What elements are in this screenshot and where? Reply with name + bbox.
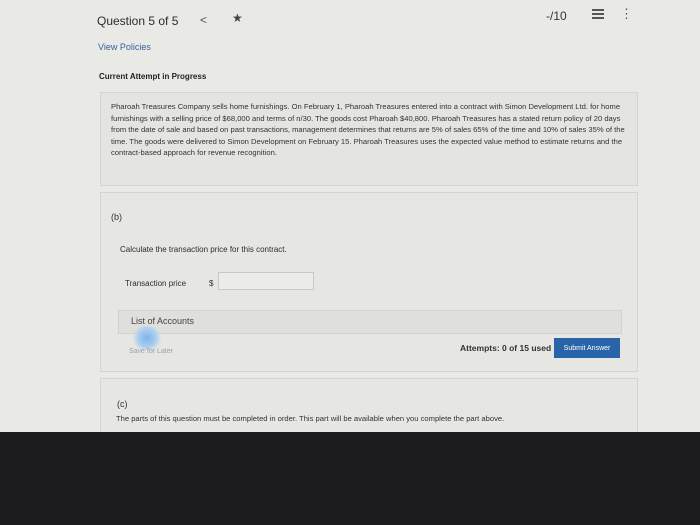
transaction-price-input[interactable] (218, 272, 314, 290)
part-b-instruction: Calculate the transaction price for this… (120, 245, 287, 254)
list-of-accounts-button[interactable]: List of Accounts (118, 310, 622, 334)
problem-text: Pharoah Treasures Company sells home fur… (111, 102, 625, 157)
screen-bezel (0, 432, 700, 525)
question-score: -/10 (546, 9, 567, 23)
question-list-icon[interactable] (592, 9, 604, 21)
problem-statement: Pharoah Treasures Company sells home fur… (100, 92, 638, 186)
save-for-later-link[interactable]: Save for Later (129, 348, 173, 355)
part-c-panel (100, 378, 638, 432)
question-counter: Question 5 of 5 (97, 14, 179, 28)
part-b-label: (b) (111, 212, 122, 222)
bookmark-star-icon[interactable]: ★ (232, 11, 243, 25)
transaction-price-label: Transaction price (125, 279, 187, 288)
list-of-accounts-label: List of Accounts (131, 316, 195, 326)
view-policies-link[interactable]: View Policies (98, 42, 151, 52)
attempt-status-heading: Current Attempt in Progress (99, 72, 207, 81)
more-options-icon[interactable]: ⋮ (620, 7, 633, 20)
part-c-label: (c) (117, 399, 128, 409)
attempts-counter: Attempts: 0 of 15 used (460, 343, 552, 353)
top-bar: Question 5 of 5 < ★ -/10 ⋮ (0, 0, 700, 36)
submit-answer-button[interactable]: Submit Answer (554, 338, 620, 358)
currency-symbol: $ (209, 279, 214, 288)
previous-question-icon[interactable]: < (200, 13, 207, 27)
screen-glare (132, 326, 162, 350)
part-c-text: The parts of this question must be compl… (116, 414, 505, 423)
app-screen: Question 5 of 5 < ★ -/10 ⋮ View Policies… (0, 0, 700, 432)
